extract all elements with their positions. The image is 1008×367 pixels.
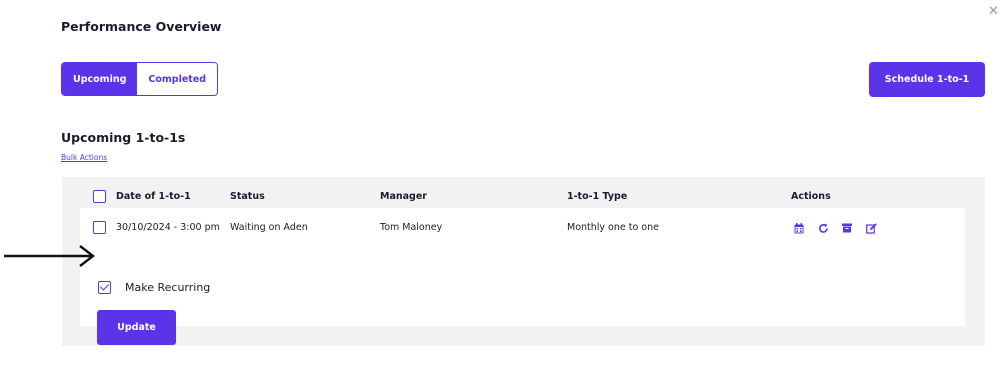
table-header: Date of 1-to-1 Status Manager 1-to-1 Typ… — [62, 177, 985, 207]
row-actions — [792, 221, 878, 235]
schedule-button[interactable]: Schedule 1-to-1 — [869, 62, 985, 97]
page-title: Performance Overview — [61, 19, 222, 34]
close-icon[interactable]: ✕ — [988, 4, 999, 19]
row-checkbox[interactable] — [93, 221, 106, 234]
make-recurring-label: Make Recurring — [125, 281, 211, 294]
row-manager: Tom Maloney — [380, 222, 443, 233]
calendar-icon[interactable] — [792, 221, 806, 235]
tab-group: Upcoming Completed — [61, 62, 219, 96]
header-type: 1-to-1 Type — [567, 191, 628, 202]
bulk-actions-link[interactable]: Bulk Actions — [61, 153, 107, 162]
make-recurring-checkbox[interactable] — [98, 281, 111, 294]
header-actions: Actions — [791, 191, 831, 202]
update-button[interactable]: Update — [97, 310, 176, 345]
row-type: Monthly one to one — [567, 222, 659, 233]
row-date: 30/10/2024 - 3:00 pm — [116, 222, 220, 233]
tab-completed[interactable]: Completed — [137, 63, 218, 95]
header-date: Date of 1-to-1 — [116, 191, 191, 202]
section-title: Upcoming 1-to-1s — [61, 130, 186, 145]
table-panel: Date of 1-to-1 Status Manager 1-to-1 Typ… — [62, 177, 985, 346]
archive-icon[interactable] — [840, 221, 854, 235]
header-manager: Manager — [380, 191, 427, 202]
header-status: Status — [230, 191, 265, 202]
row-status: Waiting on Aden — [230, 222, 308, 233]
select-all-checkbox[interactable] — [93, 190, 106, 203]
pointer-arrow-icon — [4, 245, 95, 267]
edit-icon[interactable] — [864, 221, 878, 235]
tab-upcoming[interactable]: Upcoming — [62, 63, 138, 95]
reschedule-icon[interactable] — [816, 221, 830, 235]
table-row: 30/10/2024 - 3:00 pm Waiting on Aden Tom… — [80, 208, 965, 345]
